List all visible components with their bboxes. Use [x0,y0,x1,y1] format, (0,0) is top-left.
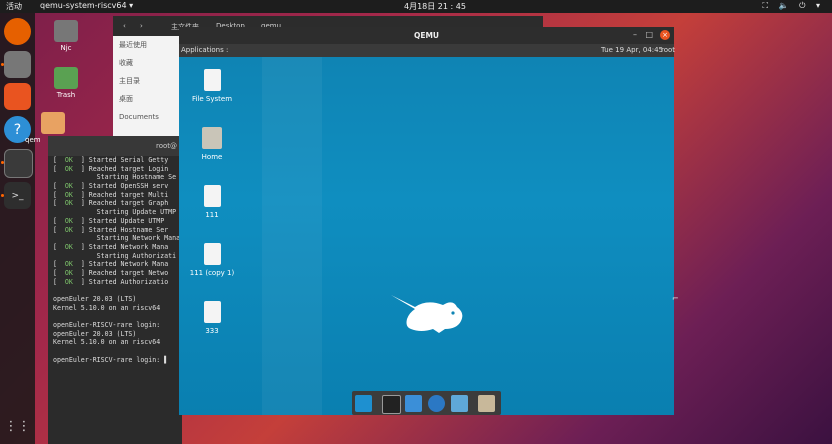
folder-icon[interactable] [478,395,495,412]
wallpaper-band [262,57,322,415]
terminal-line: [ OK ] Reached target Netwo [53,268,169,277]
terminal-line: [ OK ] Started Network Mana [53,260,169,269]
terminal-line: [ OK ] Reached target Multi [53,190,169,199]
close-icon[interactable]: × [660,30,670,40]
files-icon[interactable] [4,51,31,78]
top-bar: 活动 qemu-system-riscv64 ▾ 4月18日 21 : 45 ⛶… [0,0,832,13]
terminal-line: openEuler-RISCV-rare login: [53,321,161,330]
xfce-mouse-logo-icon [391,295,463,333]
file-icon [203,243,221,265]
trash-icon [54,67,78,89]
back-icon[interactable]: ‹ [123,22,126,30]
terminal-title: root@ [156,142,178,150]
minimize-icon[interactable]: – [633,30,637,39]
terminal-window[interactable]: root@ [ OK ] Started Serial Getty[ OK ] … [48,136,182,444]
terminal-line: openEuler 20.03 (LTS) [53,295,137,303]
maximize-icon[interactable]: □ [645,30,653,39]
home-folder-icon [202,127,222,149]
files-sidebar: 最近使用 收藏 主目录 桌面 Documents [113,36,179,136]
activities-button[interactable]: 活动 [6,1,22,12]
terminal-line: Kernel 5.10.0 on an riscv64 [53,303,161,312]
terminal-line: [ OK ] Started Network Mana [53,242,169,251]
dock: ? >_ ⋮⋮ [0,13,35,444]
xfce-desktop: File System Home 111 111 (copy 1) 333 [179,57,674,415]
terminal-line: [ OK ] Started Update UTMP [53,216,165,225]
clock[interactable]: 4月18日 21 : 45 [404,1,466,12]
drive-icon [203,69,221,91]
sidebar-item-starred[interactable]: 收藏 [113,54,179,72]
ok-tag: OK [64,277,73,286]
archive-icon [41,112,65,134]
terminal-line: [ OK ] Started Serial Getty [53,156,169,164]
terminal-line: [ OK ] Started Hostname Ser [53,225,169,234]
user-menu[interactable]: root [661,46,675,54]
xfce-dock [352,391,501,415]
xfce-clock[interactable]: Tue 19 Apr, 04:45 [601,46,663,54]
terminal-line: Starting Update UTMP [53,208,177,217]
terminal-line: Kernel 5.10.0 on an riscv64 [53,338,161,347]
ok-tag: OK [64,190,73,199]
desktop-icon-111[interactable]: 111 [182,185,242,219]
terminal-line: [ OK ] Reached target Graph [53,199,169,208]
terminal-header: root@ [48,136,182,156]
ok-tag: OK [64,260,73,269]
ok-tag: OK [64,164,73,173]
desktop-icon-home[interactable]: Home [182,127,242,161]
running-indicator [1,161,4,164]
desktop-icon-333[interactable]: 333 [182,301,242,335]
running-indicator [1,194,4,197]
terminal-output: [ OK ] Started Serial Getty[ OK ] Reache… [48,156,182,365]
sidebar-item-documents[interactable]: Documents [113,108,179,126]
applications-menu[interactable]: Applications : [181,46,228,54]
file-icon [203,301,221,323]
qemu-icon[interactable] [4,149,33,178]
software-center-icon[interactable] [4,83,31,110]
sidebar-item-recent[interactable]: 最近使用 [113,36,179,54]
firefox-icon[interactable] [4,18,31,45]
desktop-icon-filesystem[interactable]: File System [182,69,242,103]
home-folder-icon [54,20,78,42]
terminal-line: [ OK ] Started OpenSSH serv [53,182,169,191]
window-title: QEMU [413,31,440,40]
terminal-line: [ OK ] Started Authorizatio [53,277,169,286]
desktop-folder-njc[interactable]: Njc [41,20,91,52]
running-indicator [1,63,4,66]
terminal-line: Starting Authorizati [53,251,177,260]
app-finder-icon[interactable] [451,395,468,412]
sidebar-item-home[interactable]: 主目录 [113,72,179,90]
web-browser-icon[interactable] [428,395,445,412]
qemu-window: QEMU – □ × Applications : Tue 19 Apr, 04… [179,27,675,415]
terminal-icon[interactable]: >_ [4,182,31,209]
desktop-trash[interactable]: Trash [41,67,91,99]
show-desktop-icon[interactable] [355,395,372,412]
terminal-line: [ OK ] Reached target Login [53,164,169,173]
terminal-line: openEuler 20.03 (LTS) [53,329,137,338]
ok-tag: OK [64,216,73,225]
terminal-icon[interactable] [382,395,401,414]
terminal-line: Starting Network Mana [53,234,181,243]
desktop-icon-111-copy[interactable]: 111 (copy 1) [182,243,242,277]
ok-tag: OK [64,199,73,208]
show-apps-icon[interactable]: ⋮⋮ [4,413,31,440]
terminal-line: Starting Hostname Se [53,173,177,182]
file-icon [203,185,221,207]
mouse-cursor-icon: ⌐ [672,294,679,303]
system-tray[interactable]: ⛶ 🔈 ⏻ ▾ [762,1,824,11]
sidebar-item-desktop[interactable]: 桌面 [113,90,179,108]
ok-tag: OK [64,182,73,191]
terminal-line: openEuler-RISCV-rare login: ▌ [53,355,169,364]
app-menu[interactable]: qemu-system-riscv64 ▾ [40,1,133,10]
ok-tag: OK [64,268,73,277]
forward-icon[interactable]: › [140,22,143,30]
ok-tag: OK [64,242,73,251]
qemu-titlebar[interactable]: QEMU – □ × [179,27,674,44]
ok-tag: OK [64,156,73,164]
xfce-panel: Applications : Tue 19 Apr, 04:45 root [179,44,675,57]
ok-tag: OK [64,225,73,234]
file-manager-icon[interactable] [405,395,422,412]
